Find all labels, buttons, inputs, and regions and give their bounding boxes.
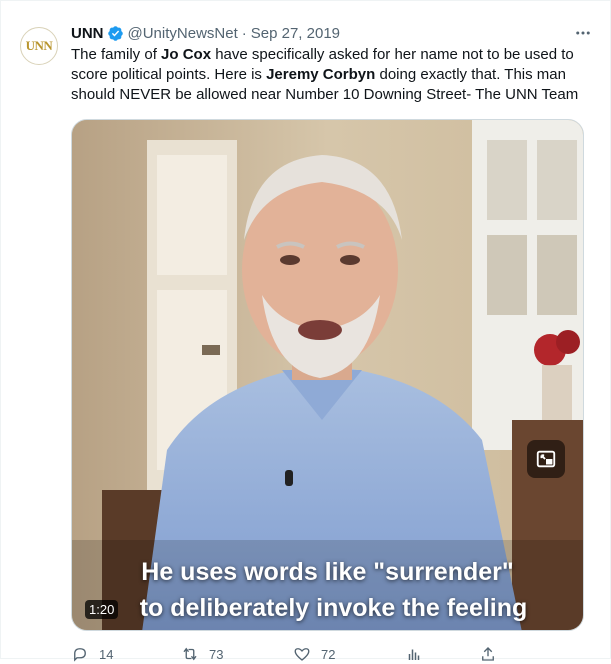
retweet-count: 73 [209,646,224,662]
tweet-text: The family of Jo Cox have specifically a… [71,45,591,105]
action-bar: 14 73 72 [71,644,591,664]
video-player[interactable]: He uses words like "surrender" to delibe… [71,119,584,631]
tweet-text-part: The family of [71,46,162,63]
tweet-header: UNN @UnityNewsNet · Sep 27, 2019 [71,23,340,43]
author-handle[interactable]: @UnityNewsNet [128,25,238,42]
header-separator: · [241,24,247,42]
more-icon[interactable] [572,23,594,43]
avatar[interactable]: UNN [20,27,58,65]
views-button[interactable] [405,645,433,663]
video-caption-line1: He uses words like "surrender" [141,558,514,586]
reply-icon [74,648,86,662]
retweet-icon [183,647,197,661]
pip-icon[interactable] [527,440,565,478]
mention-jo-cox: Jo Cox [161,46,212,63]
author-name[interactable]: UNN [71,25,104,42]
reply-button[interactable]: 14 [71,645,113,663]
video-caption-line2: to deliberately invoke the feeling [139,594,528,622]
tweet-card[interactable]: UNN UNN @UnityNewsNet · Sep 27, 2019 The… [0,0,611,662]
reply-count: 14 [99,646,114,662]
views-icon [408,649,420,660]
share-icon [482,647,494,661]
avatar-logo: UNN [25,38,53,53]
video-duration-badge: 1:20 [85,600,119,619]
tweet-date[interactable]: Sep 27, 2019 [251,25,340,42]
retweet-button[interactable]: 73 [181,645,223,663]
mention-jeremy-corbyn: Jeremy Corbyn [266,66,376,83]
like-count: 72 [321,646,336,662]
video-frame [72,120,583,630]
share-button[interactable] [479,645,507,663]
verified-badge-icon [107,25,124,42]
like-icon [294,648,310,661]
like-button[interactable]: 72 [293,645,335,663]
